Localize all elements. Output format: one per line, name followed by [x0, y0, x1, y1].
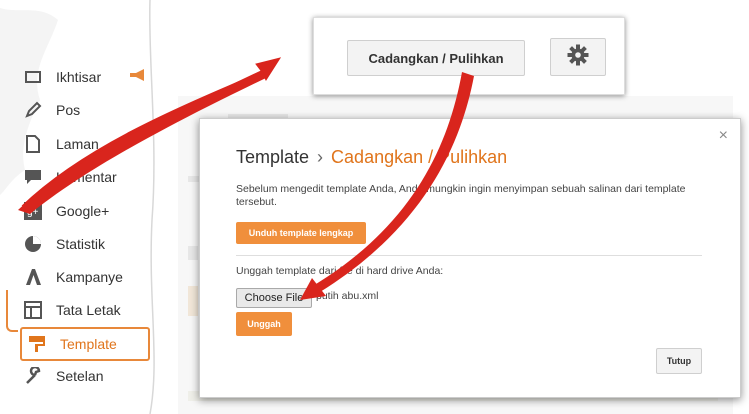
sidebar-item-stats[interactable]: Statistik — [22, 230, 105, 258]
sidebar-item-label: Laman — [56, 136, 99, 152]
wrench-icon — [22, 365, 44, 387]
pencil-icon — [22, 99, 44, 121]
bg-block — [188, 286, 198, 316]
dialog-title-sub: Cadangkan / Pulihkan — [331, 147, 508, 167]
backup-toolbar: Cadangkan / Pulihkan — [313, 17, 625, 95]
sidebar-item-settings[interactable]: Setelan — [22, 362, 103, 390]
sidebar-item-label: Template — [60, 336, 117, 352]
choose-file-button[interactable]: Choose File — [236, 288, 312, 308]
svg-text:g+: g+ — [27, 207, 39, 218]
sidebar-item-label: Tata Letak — [56, 302, 121, 318]
download-template-button[interactable]: Unduh template lengkap — [236, 222, 366, 244]
divider — [236, 255, 702, 256]
sidebar-item-template[interactable]: Template — [20, 327, 150, 361]
dialog-title: Template › Cadangkan / Pulihkan — [236, 147, 507, 168]
google-plus-icon: g+ — [22, 200, 44, 222]
selected-file-name: putih abu.xml — [316, 290, 379, 302]
sidebar-item-label: Setelan — [56, 368, 104, 384]
sidebar-item-label: Google+ — [56, 203, 110, 219]
sidebar-item-label: Ikhtisar — [56, 69, 102, 85]
close-button[interactable]: Tutup — [656, 348, 702, 374]
sidebar-item-label: Komentar — [56, 169, 117, 185]
sidebar-item-comments[interactable]: Komentar — [22, 163, 117, 191]
sidebar-item-posts[interactable]: Pos — [22, 96, 80, 124]
comment-icon — [22, 166, 44, 188]
sidebar-item-label: Pos — [56, 102, 81, 118]
backup-restore-button[interactable]: Cadangkan / Pulihkan — [347, 40, 525, 76]
layout-icon — [22, 299, 44, 321]
bg-text-line — [188, 246, 198, 260]
sidebar-item-label: Kampanye — [56, 269, 123, 285]
sidebar-item-label: Statistik — [56, 236, 106, 252]
campaign-icon — [22, 266, 44, 288]
upload-label: Unggah template dari file di hard drive … — [236, 265, 444, 277]
breadcrumb-separator: › — [317, 147, 324, 167]
sidebar-active-indicator — [6, 290, 18, 332]
dialog-description: Sebelum mengedit template Anda, Anda mun… — [236, 183, 686, 208]
sidebar-item-campaigns[interactable]: Kampanye — [22, 263, 123, 291]
settings-button[interactable] — [550, 38, 606, 76]
overview-icon — [22, 66, 44, 88]
page-icon — [22, 133, 44, 155]
sidebar-item-google-plus[interactable]: g+ Google+ — [22, 197, 109, 225]
paint-roller-icon — [26, 333, 48, 355]
gear-icon — [567, 44, 589, 71]
upload-button[interactable]: Unggah — [236, 312, 292, 336]
blogger-sidebar: Ikhtisar Pos Laman Komentar g+ Google+ S… — [0, 0, 175, 414]
pie-chart-icon — [22, 233, 44, 255]
backup-restore-dialog: × Template › Cadangkan / Pulihkan Sebelum … — [199, 118, 741, 398]
sidebar-item-pages[interactable]: Laman — [22, 130, 99, 158]
sidebar-item-layout[interactable]: Tata Letak — [22, 296, 121, 324]
sidebar-item-overview[interactable]: Ikhtisar — [22, 63, 145, 91]
close-icon[interactable]: × — [719, 127, 728, 145]
megaphone-icon — [129, 68, 145, 86]
dialog-title-main: Template — [236, 147, 310, 167]
